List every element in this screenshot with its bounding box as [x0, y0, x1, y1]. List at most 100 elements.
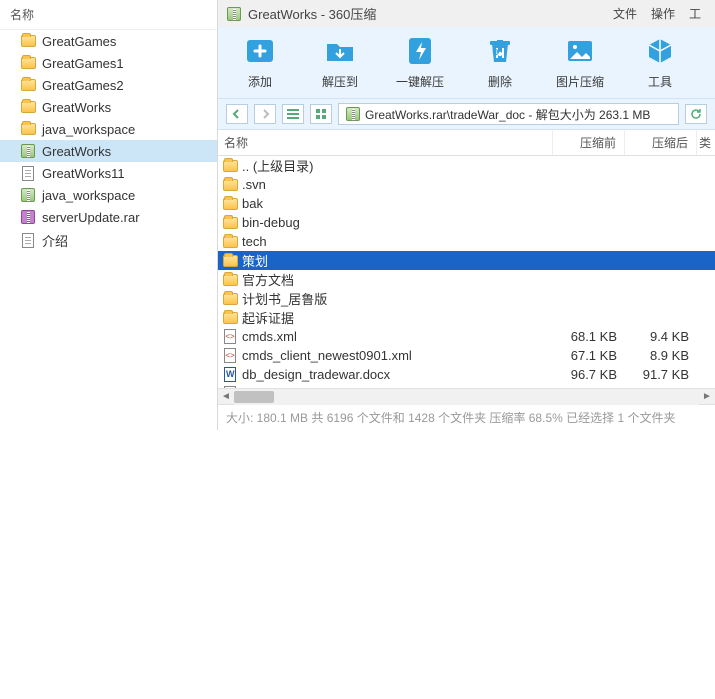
arrow-right-icon: [260, 109, 270, 119]
nav-row: GreatWorks.rar\tradeWar_doc - 解包大小为 263.…: [218, 99, 715, 130]
list-icon: [287, 109, 299, 119]
folder-icon: [222, 234, 238, 250]
file-row[interactable]: bak: [218, 194, 715, 213]
arrow-left-icon: [232, 109, 242, 119]
tree-item[interactable]: GreatWorks: [0, 140, 217, 162]
tree-item[interactable]: GreatGames: [0, 30, 217, 52]
file-row[interactable]: .. (上级目录): [218, 156, 715, 175]
file-name-cell: 官方文档: [218, 270, 553, 289]
rar-icon: [20, 209, 36, 225]
bolt-icon: [403, 34, 437, 68]
app-icon: [226, 6, 242, 22]
menu-bar: 文件 操作 工: [613, 5, 707, 22]
file-name-cell: bak: [218, 196, 553, 212]
scroll-track[interactable]: [234, 389, 699, 405]
file-name-cell: cmds_client_newest0901.xml: [218, 348, 553, 364]
file-row[interactable]: bin-debug: [218, 213, 715, 232]
toolbar-button-label: 工具: [648, 73, 672, 90]
file-name-label: bak: [242, 196, 263, 211]
file-row[interactable]: 起诉证据: [218, 308, 715, 327]
plus-icon: [243, 34, 277, 68]
refresh-icon: [690, 108, 702, 120]
toolbar-button-label: 添加: [248, 73, 272, 90]
scroll-thumb[interactable]: [234, 391, 274, 403]
grid-icon: [316, 109, 326, 119]
menu-file[interactable]: 文件: [613, 5, 637, 22]
tree-item-label: 介绍: [42, 231, 68, 250]
xml-icon: [222, 348, 238, 364]
toolbar-button-label: 删除: [488, 73, 512, 90]
list-header: 名称 压缩前 压缩后 类: [218, 130, 715, 156]
file-row[interactable]: db_script_tradewar.sql27.8 KB4.7 KB: [218, 384, 715, 388]
toolbar-button-plus[interactable]: 添加: [228, 33, 292, 90]
tree-item[interactable]: GreatGames1: [0, 52, 217, 74]
tree-item[interactable]: java_workspace: [0, 184, 217, 206]
file-name-label: 起诉证据: [242, 308, 294, 327]
nav-back-button[interactable]: [226, 104, 248, 124]
folder-icon: [222, 253, 238, 269]
folder-arrow-icon-wrap: [322, 33, 358, 69]
col-header-after[interactable]: 压缩后: [625, 130, 697, 155]
image-icon: [563, 34, 597, 68]
scroll-right-button[interactable]: ►: [699, 389, 715, 405]
col-header-before[interactable]: 压缩前: [553, 130, 625, 155]
file-size-before: 96.7 KB: [553, 367, 625, 382]
file-row[interactable]: cmds.xml68.1 KB9.4 KB: [218, 327, 715, 346]
toolbar-button-image[interactable]: 图片压缩: [548, 33, 612, 90]
file-name-label: 策划: [242, 251, 268, 270]
col-header-type[interactable]: 类: [697, 130, 715, 155]
toolbar-button-folder-arrow[interactable]: 解压到: [308, 33, 372, 90]
tree-item[interactable]: serverUpdate.rar: [0, 206, 217, 228]
tree-item[interactable]: java_workspace: [0, 118, 217, 140]
file-name-cell: 计划书_居鲁版: [218, 289, 553, 308]
folder-arrow-icon: [323, 34, 357, 68]
file-row[interactable]: 计划书_居鲁版: [218, 289, 715, 308]
bolt-icon-wrap: [402, 33, 438, 69]
tree-item[interactable]: 介绍: [0, 228, 217, 253]
tree-panel: 名称 GreatGamesGreatGames1GreatGames2Great…: [0, 0, 218, 430]
path-text: GreatWorks.rar\tradeWar_doc - 解包大小为 263.…: [365, 106, 650, 123]
file-size-before: 68.1 KB: [553, 329, 625, 344]
folder-icon: [222, 291, 238, 307]
folder-icon: [222, 177, 238, 193]
right-panel: GreatWorks - 360压缩 文件 操作 工 添加 解压到一键解压 删除 图片…: [218, 0, 715, 430]
tree-item[interactable]: GreatWorks: [0, 96, 217, 118]
file-row[interactable]: 策划: [218, 251, 715, 270]
toolbar-button-cube[interactable]: 工具: [628, 33, 692, 90]
refresh-button[interactable]: [685, 104, 707, 124]
nav-view-grid-button[interactable]: [310, 104, 332, 124]
tree-item[interactable]: GreatWorks11: [0, 162, 217, 184]
path-box[interactable]: GreatWorks.rar\tradeWar_doc - 解包大小为 263.…: [338, 103, 679, 125]
col-header-name[interactable]: 名称: [218, 130, 553, 155]
toolbar-button-trash[interactable]: 删除: [468, 33, 532, 90]
xml-icon: [222, 329, 238, 345]
scroll-left-button[interactable]: ◄: [218, 389, 234, 405]
file-name-cell: cmds.xml: [218, 329, 553, 345]
toolbar-button-label: 一键解压: [396, 73, 444, 90]
cube-icon-wrap: [642, 33, 678, 69]
nav-forward-button[interactable]: [254, 104, 276, 124]
file-row[interactable]: .svn: [218, 175, 715, 194]
nav-view-list-button[interactable]: [282, 104, 304, 124]
file-name-label: .svn: [242, 177, 266, 192]
toolbar-button-label: 图片压缩: [556, 73, 604, 90]
file-row[interactable]: 官方文档: [218, 270, 715, 289]
image-icon-wrap: [562, 33, 598, 69]
horizontal-scrollbar[interactable]: ◄ ►: [218, 388, 715, 404]
file-name-cell: db_design_tradewar.docx: [218, 367, 553, 383]
folder-icon: [20, 33, 36, 49]
file-size-after: 8.9 KB: [625, 348, 697, 363]
titlebar: GreatWorks - 360压缩 文件 操作 工: [218, 0, 715, 27]
tree-item[interactable]: GreatGames2: [0, 74, 217, 96]
folder-icon: [222, 272, 238, 288]
plus-icon-wrap: [242, 33, 278, 69]
toolbar-button-bolt[interactable]: 一键解压: [388, 33, 452, 90]
menu-tools[interactable]: 工: [689, 5, 701, 22]
menu-action[interactable]: 操作: [651, 5, 675, 22]
file-name-cell: .svn: [218, 177, 553, 193]
window-title: GreatWorks - 360压缩: [248, 4, 607, 23]
file-row[interactable]: db_design_tradewar.docx96.7 KB91.7 KB: [218, 365, 715, 384]
file-row[interactable]: tech: [218, 232, 715, 251]
file-row[interactable]: cmds_client_newest0901.xml67.1 KB8.9 KB: [218, 346, 715, 365]
file-name-label: cmds_client_newest0901.xml: [242, 348, 412, 363]
